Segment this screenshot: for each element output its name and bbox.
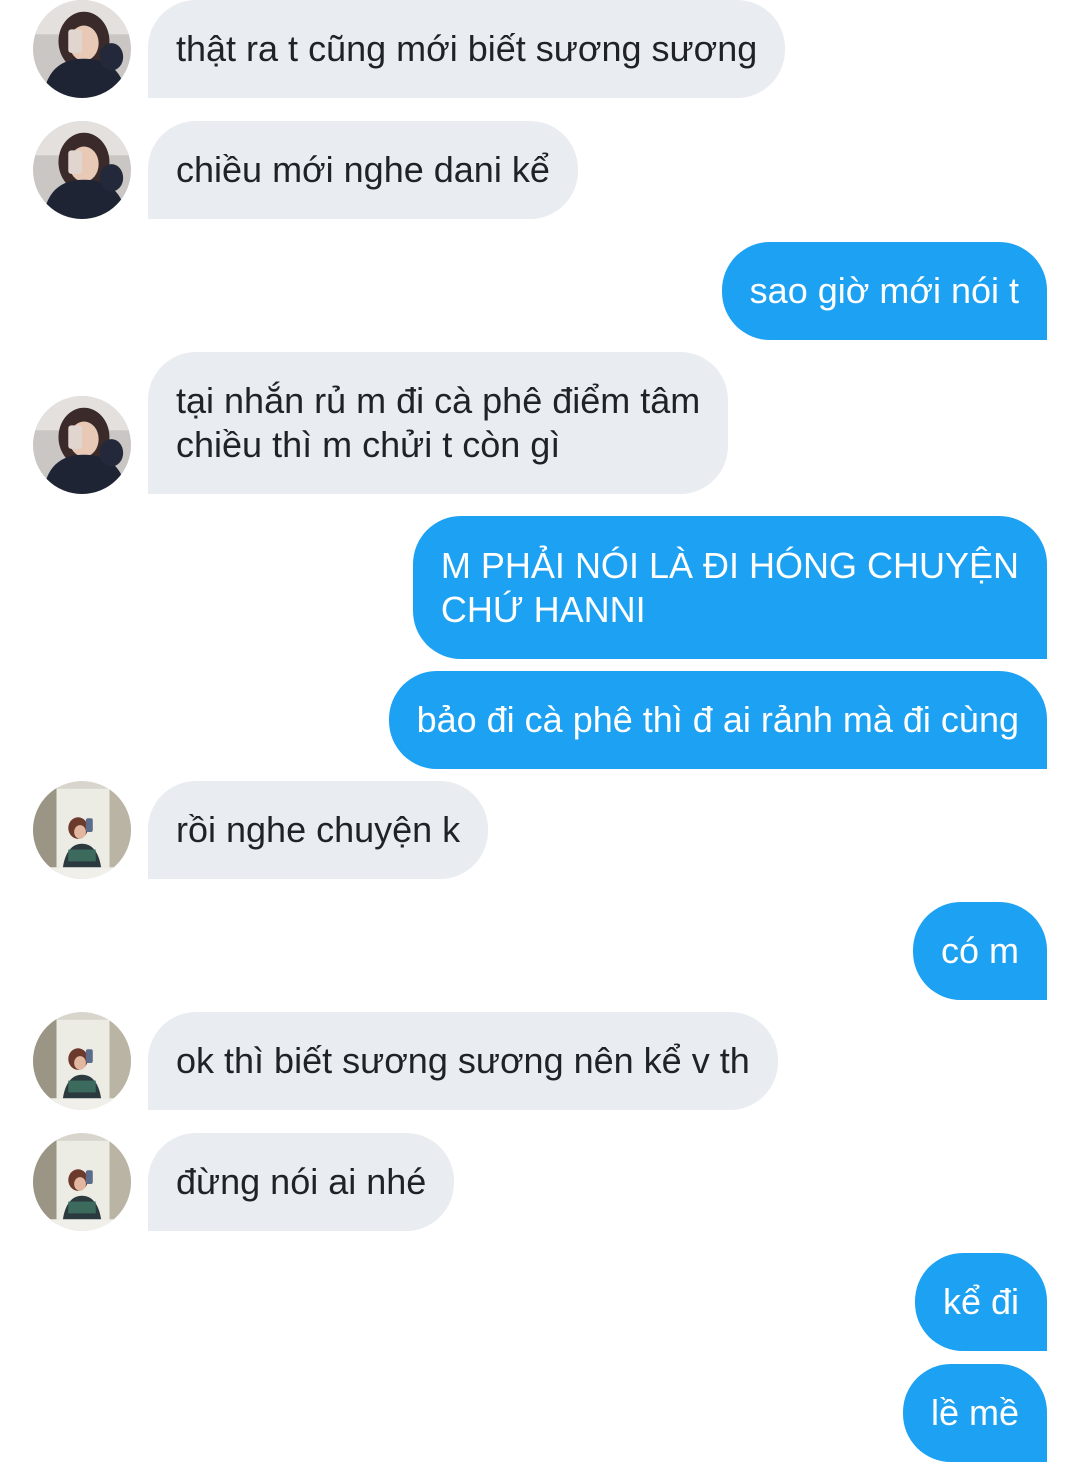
outgoing-message[interactable]: M PHẢI NÓI LÀ ĐI HÓNG CHUYỆN CHỨ HANNI [412,516,1047,659]
outgoing-message[interactable]: kể đi [914,1253,1047,1351]
incoming-message[interactable]: thật ra t cũng mới biết sương sương [148,0,786,98]
contact-avatar[interactable] [33,1133,131,1231]
outgoing-message[interactable]: sao giờ mới nói t [721,242,1047,340]
contact-avatar[interactable] [33,781,131,879]
contact-avatar[interactable] [33,1012,131,1110]
contact-avatar[interactable] [33,0,131,98]
outgoing-message[interactable]: có m [912,902,1047,1000]
incoming-message[interactable]: đừng nói ai nhé [148,1133,455,1231]
incoming-message[interactable]: rồi nghe chuyện k [148,781,489,879]
chat-thread: thật ra t cũng mới biết sương sương chiề… [0,0,1080,1470]
incoming-message[interactable]: chiều mới nghe dani kể [148,121,578,219]
incoming-message[interactable]: tại nhắn rủ m đi cà phê điểm tâm chiều t… [148,352,729,494]
outgoing-message[interactable]: lề mề [902,1364,1047,1462]
incoming-message[interactable]: ok thì biết sương sương nên kể v th [148,1012,778,1110]
contact-avatar[interactable] [33,396,131,494]
contact-avatar[interactable] [33,121,131,219]
outgoing-message[interactable]: bảo đi cà phê thì đ ai rảnh mà đi cùng [388,671,1047,769]
